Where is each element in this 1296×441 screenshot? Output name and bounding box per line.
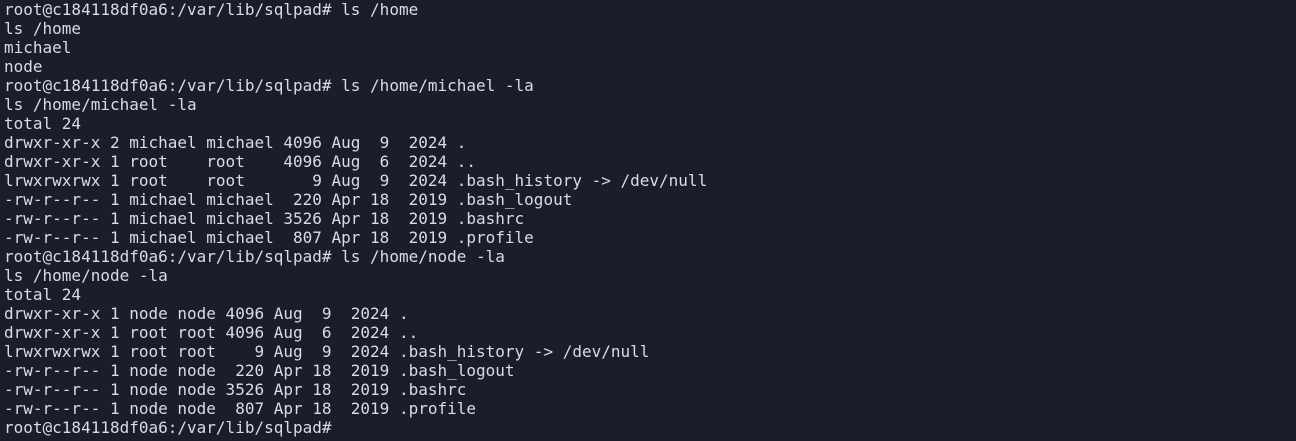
prompt-line: root@c184118df0a6:/var/lib/sqlpad# ls /h… xyxy=(4,0,419,19)
output-line: total 24 xyxy=(4,285,82,304)
output-line: drwxr-xr-x 1 node node 4096 Aug 9 2024 . xyxy=(4,304,409,323)
output-line: michael xyxy=(4,38,72,57)
output-line: drwxr-xr-x 1 root root 4096 Aug 6 2024 .… xyxy=(4,323,419,342)
output-line: -rw-r--r-- 1 node node 220 Apr 18 2019 .… xyxy=(4,361,515,380)
output-line: drwxr-xr-x 1 root root 4096 Aug 6 2024 .… xyxy=(4,152,477,171)
prompt-line: root@c184118df0a6:/var/lib/sqlpad# ls /h… xyxy=(4,76,534,95)
output-line: lrwxrwxrwx 1 root root 9 Aug 9 2024 .bas… xyxy=(4,171,708,190)
output-line: -rw-r--r-- 1 node node 3526 Apr 18 2019 … xyxy=(4,380,467,399)
output-line: drwxr-xr-x 2 michael michael 4096 Aug 9 … xyxy=(4,133,467,152)
output-line: -rw-r--r-- 1 michael michael 220 Apr 18 … xyxy=(4,190,573,209)
output-line: -rw-r--r-- 1 node node 807 Apr 18 2019 .… xyxy=(4,399,477,418)
output-line: lrwxrwxrwx 1 root root 9 Aug 9 2024 .bas… xyxy=(4,342,650,361)
output-line: node xyxy=(4,57,43,76)
output-line: ls /home xyxy=(4,19,82,38)
output-line: total 24 xyxy=(4,114,82,133)
current-prompt-line[interactable]: root@c184118df0a6:/var/lib/sqlpad# xyxy=(4,418,1296,437)
prompt-line: root@c184118df0a6:/var/lib/sqlpad# ls /h… xyxy=(4,247,505,266)
output-line: -rw-r--r-- 1 michael michael 807 Apr 18 … xyxy=(4,228,534,247)
terminal-output[interactable]: root@c184118df0a6:/var/lib/sqlpad# ls /h… xyxy=(0,0,1296,441)
output-line: ls /home/node -la xyxy=(4,266,168,285)
output-line: ls /home/michael -la xyxy=(4,95,197,114)
output-line: -rw-r--r-- 1 michael michael 3526 Apr 18… xyxy=(4,209,525,228)
